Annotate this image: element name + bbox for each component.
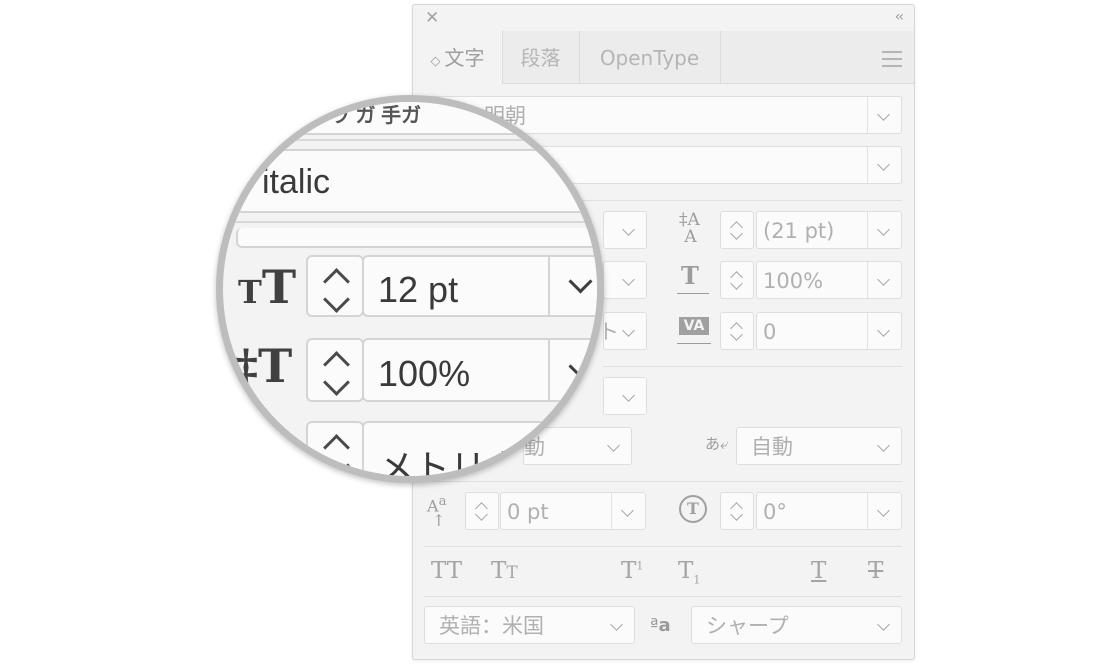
tab-label: 段落: [520, 46, 561, 70]
language-dropdown[interactable]: 英語：米国: [424, 606, 635, 644]
chevron-down-icon[interactable]: [613, 212, 646, 248]
tab-character[interactable]: ◇ 文字: [413, 31, 503, 84]
strikethrough-button[interactable]: T: [868, 558, 883, 584]
tracking-dropdown[interactable]: 0: [756, 312, 902, 350]
mojikumi-value: 自動: [751, 435, 793, 459]
chevron-down-icon[interactable]: [568, 269, 593, 294]
divider: [424, 546, 902, 547]
mojikumi-dropdown[interactable]: 自動: [736, 427, 902, 465]
panel-menu-icon[interactable]: [882, 51, 902, 72]
vertical-scale-icon: ‡T: [234, 339, 293, 393]
font-style-field-magnified: italic: [236, 149, 597, 213]
vertical-scale-dropdown[interactable]: 100%: [362, 338, 597, 402]
chevron-down-icon[interactable]: [867, 97, 901, 133]
font-size-dropdown[interactable]: [603, 211, 647, 249]
rotation-dropdown[interactable]: 0°: [756, 492, 902, 530]
tsume-dropdown[interactable]: [603, 377, 647, 415]
chevron-down-icon[interactable]: [867, 493, 901, 529]
subscript-button[interactable]: T1: [678, 558, 700, 587]
magnifier-loupe: ウ ガ 手ガ italic TT 12 pt ‡T 100% メトリク: [216, 95, 604, 483]
divider: [223, 221, 597, 223]
collapse-icon[interactable]: ‹‹: [895, 9, 904, 25]
divider: [424, 596, 902, 597]
baseline-shift-dropdown[interactable]: 0 pt: [500, 492, 646, 530]
chevron-down-icon[interactable]: [598, 428, 631, 464]
separator: [548, 257, 550, 315]
language-value: 英語：米国: [439, 614, 544, 638]
chevron-down-icon[interactable]: [867, 262, 901, 298]
tab-label: 文字: [444, 46, 485, 70]
antialias-dropdown[interactable]: シャープ: [691, 606, 902, 644]
baseline-shift-value: 0 pt: [507, 500, 549, 524]
chevron-down-icon[interactable]: [867, 313, 901, 349]
chevron-down-icon[interactable]: [611, 493, 645, 529]
field-edge: [236, 228, 597, 248]
font-style-value: italic: [262, 163, 331, 201]
mojikumi-icon: あ⤶: [705, 435, 729, 453]
divider: [424, 481, 902, 482]
superscript-button[interactable]: T1: [621, 558, 643, 584]
font-size-value: 12 pt: [378, 269, 459, 310]
horizontal-scale-value: 100%: [763, 269, 824, 293]
leading-value: (21 pt): [763, 219, 835, 243]
horizontal-scale-stepper[interactable]: [720, 261, 754, 299]
rotation-value: 0°: [763, 500, 787, 524]
tab-paragraph[interactable]: 段落: [502, 31, 580, 83]
rotation-icon: T: [679, 495, 707, 523]
baseline-shift-icon: Aa ↑: [427, 494, 447, 531]
rotation-stepper[interactable]: [720, 492, 754, 530]
leading-stepper[interactable]: [720, 211, 754, 249]
tab-bar: ◇ 文字 段落 OpenType: [413, 31, 914, 84]
underline-button[interactable]: T: [811, 558, 826, 584]
arrow-line: [677, 293, 709, 294]
font-family-partial-text: ウ ガ 手ガ: [330, 105, 422, 127]
font-size-stepper[interactable]: [306, 255, 364, 317]
antialias-value: シャープ: [706, 614, 789, 638]
tab-opentype[interactable]: OpenType: [579, 31, 721, 83]
chevron-down-icon[interactable]: [867, 147, 901, 183]
kerning-dropdown[interactable]: ト: [598, 312, 647, 350]
updown-icon: ◇: [430, 54, 441, 69]
tracking-icon: VA: [679, 317, 709, 335]
tracking-stepper[interactable]: [720, 312, 754, 350]
chevron-down-icon[interactable]: [867, 212, 901, 248]
kerning-dropdown-magnified[interactable]: メトリク: [362, 421, 597, 476]
vertical-scale-value: 100%: [378, 353, 471, 394]
chevron-down-icon[interactable]: [613, 262, 646, 298]
font-size-icon: TT: [238, 260, 297, 314]
chevron-down-icon[interactable]: [613, 378, 646, 414]
horizontal-scale-icon: T: [681, 261, 699, 290]
close-icon[interactable]: ✕: [425, 8, 439, 28]
divider: [223, 139, 597, 141]
antialias-icon: ªa: [650, 615, 671, 636]
vertical-scale-dropdown[interactable]: [603, 261, 647, 299]
tracking-value: 0: [763, 320, 777, 344]
chevron-down-icon[interactable]: [613, 313, 646, 349]
divider: [603, 366, 902, 367]
vertical-scale-stepper[interactable]: [306, 338, 364, 402]
arrow-line: [677, 343, 711, 344]
chevron-down-icon[interactable]: [868, 428, 901, 464]
font-size-dropdown[interactable]: 12 pt: [362, 255, 597, 317]
tab-label: OpenType: [599, 46, 700, 70]
small-caps-button[interactable]: TT: [491, 558, 518, 584]
chevron-down-icon[interactable]: [868, 607, 901, 643]
horizontal-scale-dropdown[interactable]: 100%: [756, 261, 902, 299]
chevron-down-icon[interactable]: [568, 354, 593, 379]
separator: [548, 340, 550, 400]
chevron-down-icon[interactable]: [601, 607, 634, 643]
kerning-stepper[interactable]: [306, 421, 364, 476]
baseline-shift-stepper[interactable]: [465, 492, 499, 530]
leading-icon: ‡A A: [679, 210, 700, 247]
all-caps-button[interactable]: TT: [431, 558, 462, 584]
leading-dropdown[interactable]: (21 pt): [756, 211, 902, 249]
